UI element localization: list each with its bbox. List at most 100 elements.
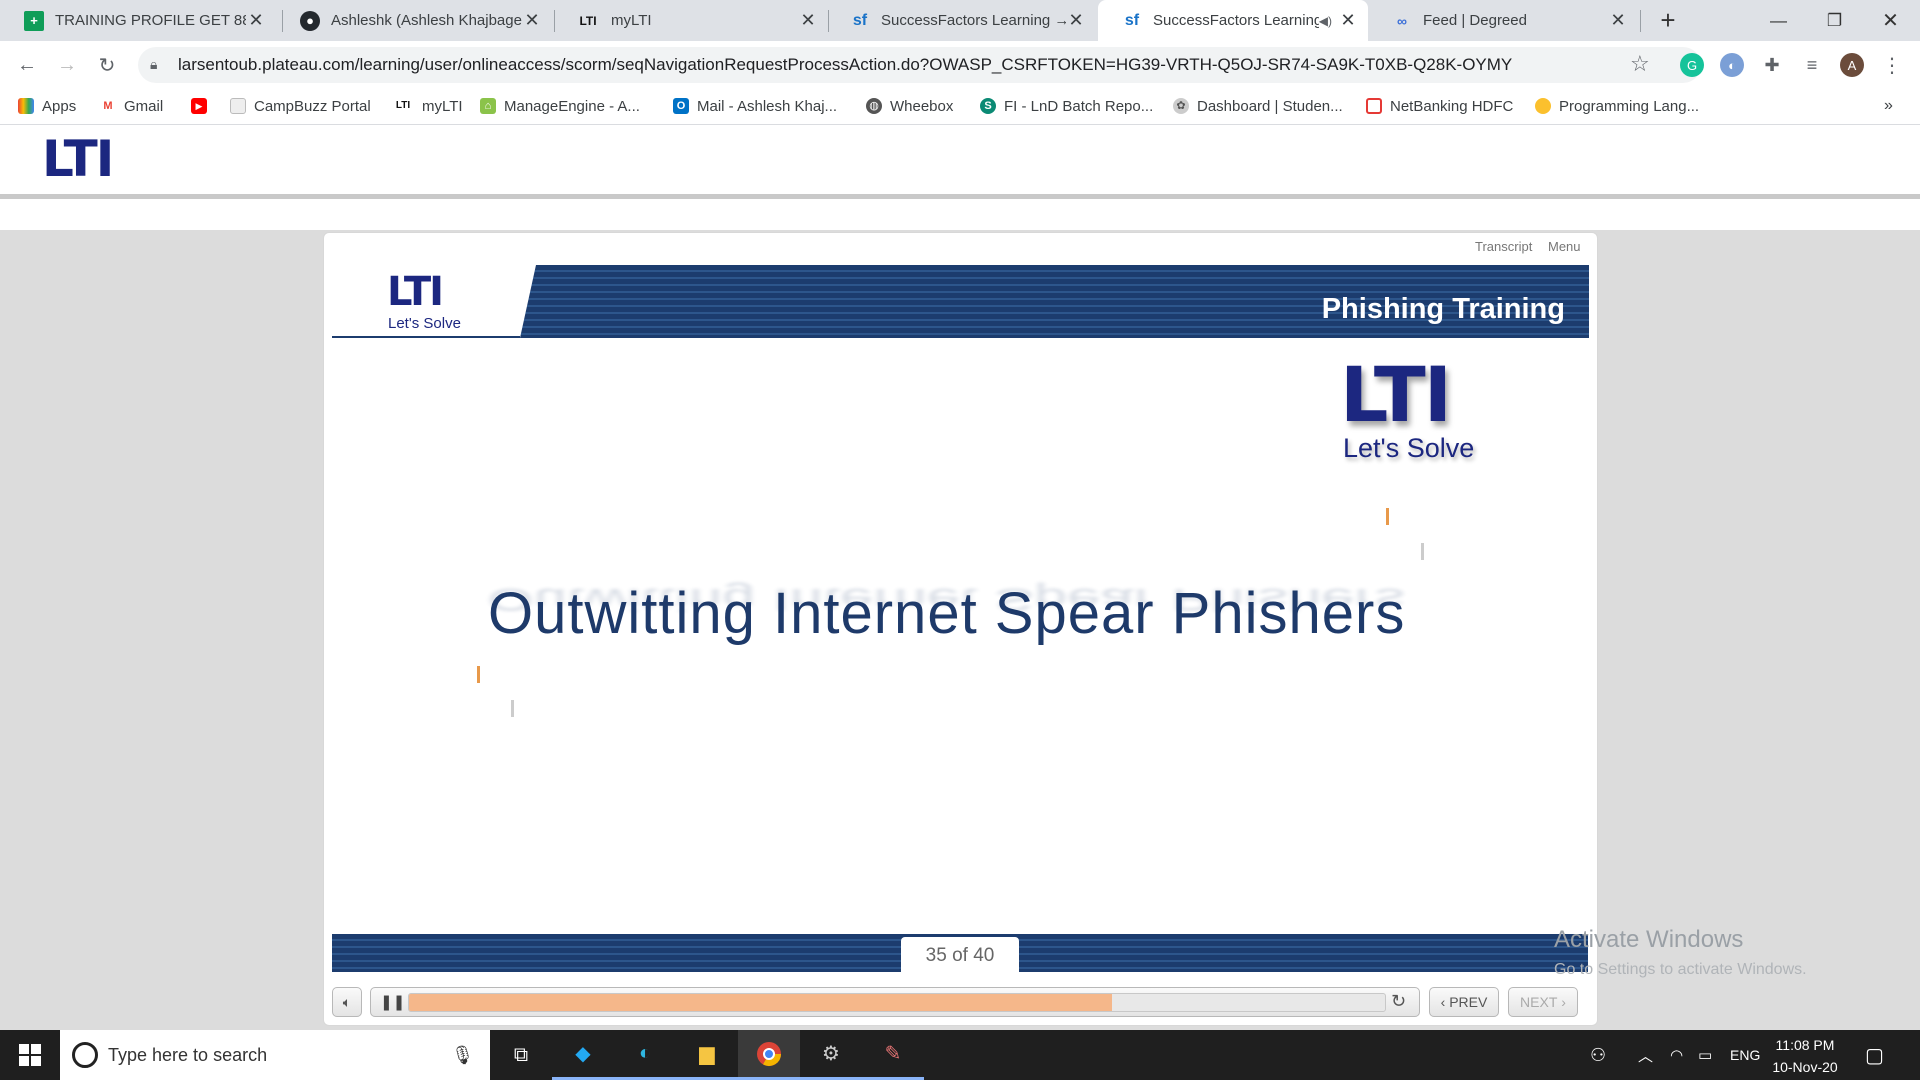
more-menu-icon[interactable]: ⋮	[1880, 53, 1904, 77]
accent-tick	[1421, 543, 1424, 560]
back-button[interactable]: ←	[12, 50, 42, 80]
sheets-icon: +	[24, 10, 44, 31]
chevron-right-icon: ›	[1557, 994, 1566, 1010]
reload-button[interactable]: ↻	[92, 50, 122, 80]
battery-icon[interactable]: ▭	[1698, 1030, 1712, 1080]
minimize-button[interactable]: —	[1750, 0, 1807, 41]
close-icon[interactable]: ✕	[1608, 10, 1628, 31]
notifications-icon[interactable]: ▢	[1865, 1030, 1884, 1080]
clock[interactable]: 11:08 PM 10-Nov-20	[1760, 1034, 1850, 1078]
pause-icon: ❚❚	[380, 994, 406, 1011]
puzzle-icon[interactable]: ✚	[1760, 53, 1784, 77]
paint-icon[interactable]: ✎	[862, 1030, 924, 1080]
tab-title: myLTI	[611, 12, 652, 29]
slide-counter: 35 of 40	[901, 937, 1019, 973]
next-button[interactable]: NEXT ›	[1508, 987, 1578, 1017]
wifi-icon[interactable]: ◠	[1670, 1030, 1683, 1080]
bookmark-dashboard[interactable]: ✿ Dashboard | Studen...	[1173, 93, 1343, 119]
activate-windows-title: Activate Windows	[1554, 926, 1744, 953]
chrome-icon[interactable]	[738, 1030, 800, 1080]
tab-mylti[interactable]: LTI myLTI ✕	[552, 0, 828, 41]
menu-link[interactable]: Menu	[1548, 239, 1581, 254]
slide-tagline: Let's Solve	[1343, 433, 1475, 463]
prev-button[interactable]: ‹ PREV	[1429, 987, 1499, 1017]
bookmark-lnd-batch[interactable]: S FI - LnD Batch Repo...	[980, 93, 1153, 119]
lock-icon[interactable]: 🔒︎	[150, 56, 157, 73]
bookmark-label: Dashboard | Studen...	[1197, 97, 1343, 115]
close-icon[interactable]: ✕	[1066, 10, 1086, 31]
maximize-button[interactable]: ❐	[1806, 0, 1863, 41]
bookmark-mylti[interactable]: LTI myLTI	[392, 93, 463, 119]
settings-gear-icon[interactable]: ⚙	[800, 1030, 862, 1080]
volume-button[interactable]: 🔈︎	[332, 987, 362, 1017]
bookmark-manageengine[interactable]: ⌂ ManageEngine - A...	[480, 93, 640, 119]
tab-successfactors-li[interactable]: sf SuccessFactors Learning → Li ✕	[826, 0, 1096, 41]
activate-windows-subtitle: Go to Settings to activate Windows.	[1554, 961, 1807, 978]
extension-icon[interactable]: ◐	[1720, 53, 1744, 77]
speaker-icon: 🔈︎	[342, 993, 352, 1010]
course-title: Phishing Training	[1321, 293, 1565, 325]
sharepoint-icon: S	[980, 98, 996, 114]
tab-title: TRAINING PROFILE GET 881 -	[55, 12, 246, 29]
transcript-link[interactable]: Transcript	[1475, 239, 1532, 254]
programming-icon	[1535, 98, 1551, 114]
successfactors-icon: sf	[1124, 11, 1140, 29]
tab-degreed[interactable]: ∞ Feed | Degreed ✕	[1368, 0, 1638, 41]
bookmark-outlook-mail[interactable]: O Mail - Ashlesh Khaj...	[673, 93, 837, 119]
tab-title: SuccessFactors Learning → Li	[881, 12, 1066, 29]
cortana-icon	[72, 1042, 98, 1068]
bookmark-hdfc[interactable]: NetBanking HDFC	[1366, 93, 1513, 119]
tab-successfactors-active[interactable]: sf SuccessFactors Learning ◀) ✕	[1098, 0, 1368, 41]
close-icon[interactable]: ✕	[798, 10, 818, 31]
media-control-icon[interactable]: ≡	[1800, 53, 1824, 77]
hdfc-icon	[1366, 98, 1382, 114]
manageengine-icon: ⌂	[480, 98, 496, 114]
start-button[interactable]	[0, 1030, 60, 1080]
tab-training-profile[interactable]: + TRAINING PROFILE GET 881 - ✕	[0, 0, 276, 41]
bookmark-gmail[interactable]: M Gmail	[100, 93, 163, 119]
bookmark-label: NetBanking HDFC	[1390, 97, 1514, 115]
seekbar[interactable]	[408, 993, 1386, 1012]
close-icon[interactable]: ✕	[246, 10, 266, 31]
microphone-icon[interactable]: 🎙︎	[451, 1045, 474, 1066]
file-explorer-icon[interactable]: ▆	[676, 1030, 738, 1080]
bookmark-apps[interactable]: Apps	[18, 93, 76, 119]
taskbar-search[interactable]: Type here to search 🎙︎	[60, 1030, 490, 1080]
new-tab-button[interactable]: +	[1640, 0, 1696, 41]
close-window-button[interactable]: ✕	[1862, 0, 1919, 41]
bookmark-programming[interactable]: Programming Lang...	[1535, 93, 1699, 119]
replay-button[interactable]: ↻	[1391, 991, 1406, 1012]
tab-title: Ashleshk (Ashlesh Khajbage)	[331, 12, 522, 29]
task-view-icon[interactable]: ⧉	[490, 1030, 552, 1080]
close-icon[interactable]: ✕	[1338, 10, 1358, 31]
bookmark-wheebox[interactable]: ◍ Wheebox	[866, 93, 953, 119]
next-label: NEXT	[1520, 994, 1558, 1010]
close-icon[interactable]: ✕	[522, 10, 542, 31]
url-text[interactable]: larsentoub.plateau.com/learning/user/onl…	[178, 55, 1512, 75]
bookmark-star-icon[interactable]: ☆	[1630, 51, 1650, 77]
tab-github[interactable]: ● Ashleshk (Ashlesh Khajbage) ✕	[276, 0, 552, 41]
vscode-icon[interactable]: ◆	[552, 1030, 614, 1080]
site-logo[interactable]: LTI	[42, 130, 114, 188]
bookmark-campbuzz[interactable]: CampBuzz Portal	[230, 93, 371, 119]
speaker-icon[interactable]: ◀)	[1319, 14, 1332, 28]
github-icon: ●	[300, 10, 320, 31]
accent-tick	[1386, 508, 1389, 525]
outlook-icon: O	[673, 98, 689, 114]
chevron-up-icon[interactable]: ︿	[1638, 1030, 1653, 1080]
slide-logo: LTI	[1340, 350, 1452, 439]
clock-time: 11:08 PM	[1775, 1037, 1835, 1053]
forward-button[interactable]: →	[52, 50, 82, 80]
people-icon[interactable]: ⚇	[1590, 1030, 1606, 1080]
bookmark-label: Apps	[42, 97, 77, 115]
bookmark-label: Mail - Ashlesh Khaj...	[697, 97, 838, 115]
lti-icon: LTI	[579, 13, 597, 28]
apps-grid-icon	[18, 98, 34, 114]
more-bookmarks-button[interactable]: »	[1884, 93, 1893, 119]
pause-button[interactable]: ❚❚	[380, 993, 405, 1011]
language-indicator[interactable]: ENG	[1730, 1030, 1760, 1080]
bookmark-youtube[interactable]: ▶	[191, 93, 215, 119]
grammarly-icon[interactable]: G	[1680, 53, 1704, 77]
avatar[interactable]: A	[1840, 53, 1864, 77]
edge-icon[interactable]: ◐	[614, 1030, 676, 1080]
